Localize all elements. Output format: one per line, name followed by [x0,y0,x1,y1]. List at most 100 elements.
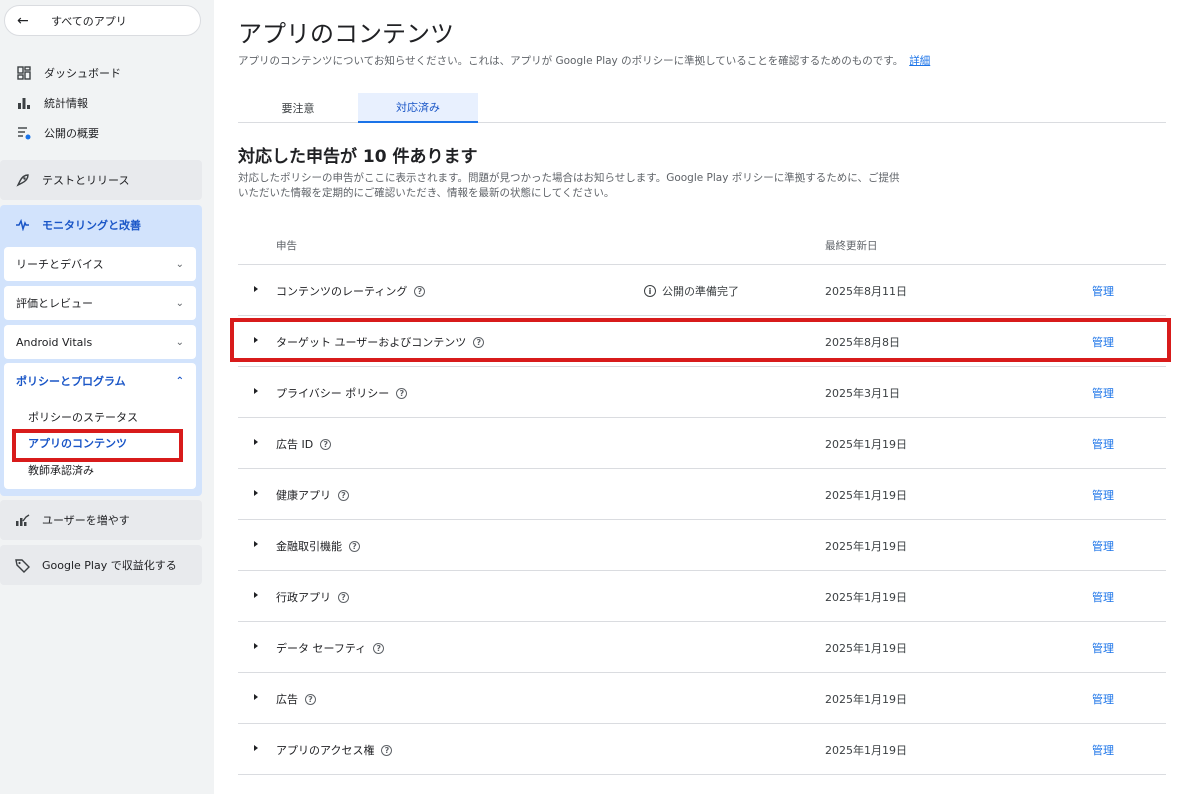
declaration-label: 行政アプリ [276,591,331,604]
section-label: テストとリリース [42,174,130,187]
column-header-last-updated: 最終更新日 [825,240,878,252]
highlight-box-target-audience [230,318,1171,362]
page-subtitle: アプリのコンテンツについてお知らせください。これは、アプリが Google Pl… [238,53,930,68]
learn-more-link[interactable]: 詳細 [909,55,930,67]
main-content: アプリのコンテンツ アプリのコンテンツについてお知らせください。これは、アプリが… [214,0,1200,794]
table-row[interactable]: 行政アプリ? 2025年1月19日 管理 [238,571,1166,622]
sidebar-item-label: 統計情報 [44,97,88,110]
declaration-name: データ セーフティ? [276,640,385,656]
expand-arrow-icon[interactable] [254,643,258,649]
table-row[interactable]: プライバシー ポリシー? 2025年3月1日 管理 [238,367,1166,418]
back-label: すべてのアプリ [51,14,127,28]
table-header: 申告 最終更新日 [238,228,1166,265]
monitoring-header[interactable]: モニタリングと改善 [0,205,202,245]
page-title: アプリのコンテンツ [238,20,454,48]
table-row[interactable]: 広告? 2025年1月19日 管理 [238,673,1166,724]
sidebar-item-publishing-overview[interactable]: 公開の概要 [0,118,214,148]
status-text: 公開の準備完了 [662,285,739,298]
last-updated-date: 2025年1月19日 [825,693,907,706]
sidebar-item-android-vitals[interactable]: Android Vitals ⌄ [4,325,196,359]
expand-arrow-icon[interactable] [254,694,258,700]
help-icon[interactable]: ? [381,744,393,756]
sidebar-section-test-release[interactable]: テストとリリース [0,160,202,200]
declaration-label: 健康アプリ [276,489,331,502]
expand-arrow-icon[interactable] [254,490,258,496]
tab-needs-attention[interactable]: 要注意 [238,93,358,123]
grow-users-icon [14,512,30,528]
help-icon[interactable]: ? [320,438,332,450]
manage-link[interactable]: 管理 [1092,436,1114,452]
last-updated-date: 2025年1月19日 [825,438,907,451]
sidebar-section-monetize[interactable]: Google Play で収益化する [0,545,202,585]
last-updated-date: 2025年8月11日 [825,285,907,298]
last-updated-date: 2025年1月19日 [825,591,907,604]
back-to-all-apps-button[interactable]: ← すべてのアプリ [4,5,201,36]
rocket-icon [14,172,30,188]
table-row[interactable]: 健康アプリ? 2025年1月19日 管理 [238,469,1166,520]
help-icon[interactable]: ? [349,540,360,552]
declaration-name: 行政アプリ? [276,589,349,605]
declaration-name: コンテンツのレーティング? [276,283,426,299]
sidebar-item-reach-devices[interactable]: リーチとデバイス ⌄ [4,247,196,281]
subtitle-text: アプリのコンテンツについてお知らせください。これは、アプリが Google Pl… [238,55,904,67]
last-updated-date: 2025年1月19日 [825,744,907,757]
section-description: 対応したポリシーの申告がここに表示されます。問題が見つかった場合はお知らせします… [238,171,918,201]
table-row[interactable]: アプリのアクセス権? 2025年1月19日 管理 [238,724,1166,775]
vitals-icon [14,219,30,231]
sidebar-item-ratings-reviews[interactable]: 評価とレビュー ⌄ [4,286,196,320]
sidebar-section-grow-users[interactable]: ユーザーを増やす [0,500,202,540]
declaration-label: データ セーフティ [276,642,367,655]
chevron-up-icon: ⌃ [175,375,184,387]
table-row[interactable]: コンテンツのレーティング? i 公開の準備完了 2025年8月11日 管理 [238,265,1166,316]
manage-link[interactable]: 管理 [1092,640,1114,656]
declaration-name: 広告 ID? [276,436,332,452]
last-updated-date: 2025年3月1日 [825,387,900,400]
chevron-down-icon: ⌄ [175,336,184,348]
manage-link[interactable]: 管理 [1092,742,1114,758]
help-icon[interactable]: ? [396,387,408,399]
expand-arrow-icon[interactable] [254,745,258,751]
sidebar-item-policy-status[interactable]: ポリシーのステータス [28,409,138,425]
sidebar: ← すべてのアプリ ダッシュボード 統計情報 公開の概要 テストとリリース モニ… [0,0,214,794]
expand-arrow-icon[interactable] [254,286,258,292]
section-heading: 対応した申告が 10 件あります [238,147,478,167]
sidebar-item-label: 公開の概要 [44,127,99,140]
expand-arrow-icon[interactable] [254,592,258,598]
help-icon[interactable]: ? [338,489,349,501]
arrow-left-icon: ← [17,12,29,29]
manage-link[interactable]: 管理 [1092,538,1114,554]
sidebar-item-dashboard[interactable]: ダッシュボード [0,58,214,88]
table-row[interactable]: データ セーフティ? 2025年1月19日 管理 [238,622,1166,673]
declaration-name: プライバシー ポリシー? [276,385,408,401]
manage-link[interactable]: 管理 [1092,691,1114,707]
manage-link[interactable]: 管理 [1092,589,1114,605]
bar-chart-icon [16,95,32,111]
policy-header[interactable]: ポリシーとプログラム ⌃ [16,371,184,391]
status-indicator: i 公開の準備完了 [644,283,739,299]
manage-link[interactable]: 管理 [1092,283,1114,299]
expand-arrow-icon[interactable] [254,541,258,547]
sidebar-item-label: リーチとデバイス [16,258,104,271]
declaration-name: 健康アプリ? [276,487,349,503]
declaration-name: 金融取引機能? [276,538,360,554]
help-icon[interactable]: ? [373,642,385,654]
help-icon[interactable]: ? [305,693,316,705]
last-updated-date: 2025年1月19日 [825,489,907,502]
sidebar-item-label: ポリシーとプログラム [16,375,126,388]
help-icon[interactable]: ? [338,591,349,603]
manage-link[interactable]: 管理 [1092,385,1114,401]
expand-arrow-icon[interactable] [254,388,258,394]
table-row[interactable]: 広告 ID? 2025年1月19日 管理 [238,418,1166,469]
last-updated-date: 2025年1月19日 [825,540,907,553]
declaration-label: コンテンツのレーティング [276,285,408,298]
expand-arrow-icon[interactable] [254,439,258,445]
declaration-label: アプリのアクセス権 [276,744,375,757]
publishing-overview-icon [16,125,32,141]
sidebar-item-teacher-approved[interactable]: 教師承認済み [28,462,94,478]
chevron-down-icon: ⌄ [175,258,184,270]
sidebar-item-statistics[interactable]: 統計情報 [0,88,214,118]
help-icon[interactable]: ? [414,285,426,297]
manage-link[interactable]: 管理 [1092,487,1114,503]
table-row[interactable]: 金融取引機能? 2025年1月19日 管理 [238,520,1166,571]
tab-addressed[interactable]: 対応済み [358,93,478,123]
